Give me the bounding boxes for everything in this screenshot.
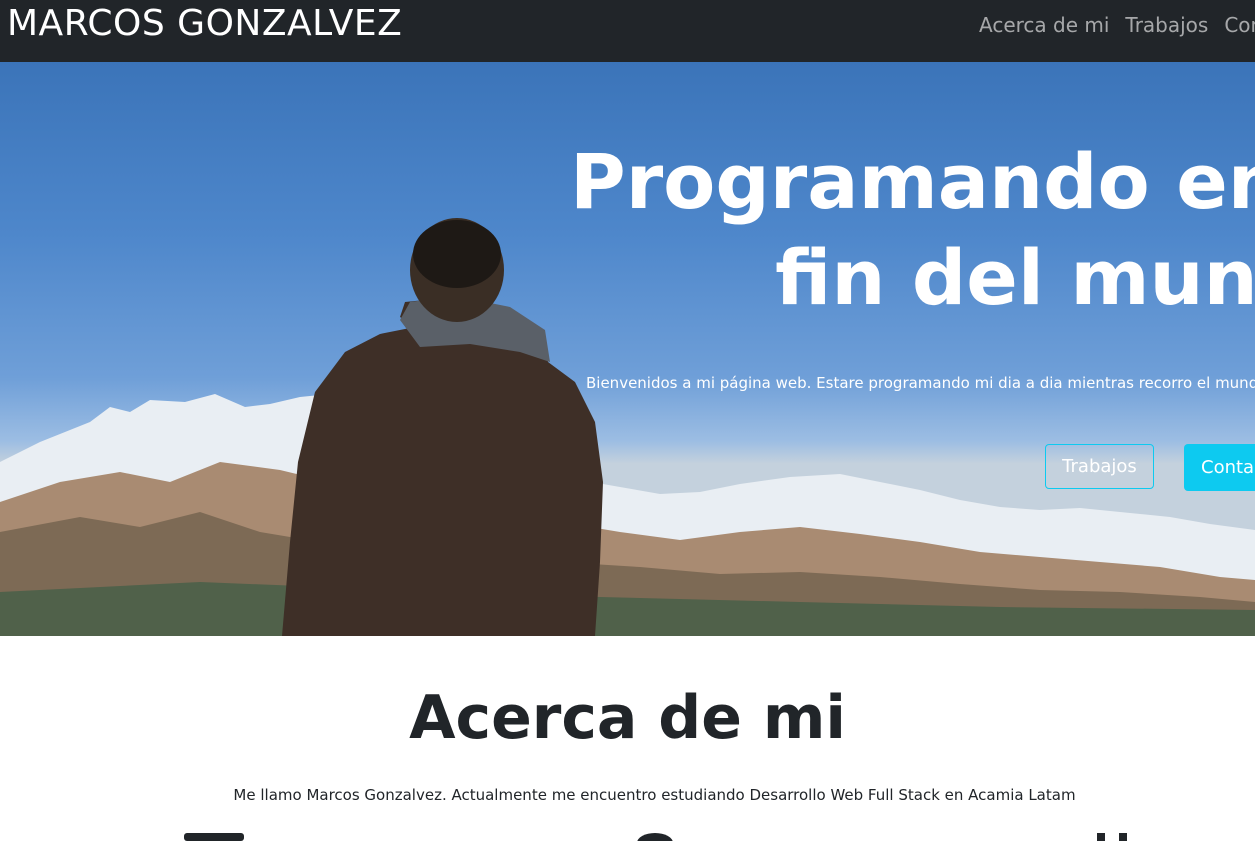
hero-title: Programando en el fin del mundo — [570, 134, 1255, 322]
contact-button[interactable]: Contacto — [1184, 444, 1255, 491]
hero-title-line2: fin del mundo — [775, 233, 1255, 322]
hero-title-line1: Programando en el — [570, 137, 1255, 226]
hero-subtitle: Bienvenidos a mi página web. Estare prog… — [586, 374, 1255, 392]
navbar: MARCOS GONZALVEZ Acerca de mi Trabajos C… — [0, 0, 1255, 62]
works-button[interactable]: Trabajos — [1045, 444, 1154, 489]
nav-link-about[interactable]: Acerca de mi — [979, 13, 1109, 37]
nav-link-works[interactable]: Trabajos — [1125, 13, 1208, 37]
about-text: Me llamo Marcos Gonzalvez. Actualmente m… — [233, 786, 1076, 804]
about-title: Acerca de mi — [409, 683, 846, 753]
nav-links: Acerca de mi Trabajos Contacto — [979, 13, 1255, 37]
skill-icon — [637, 833, 673, 841]
skill-icon — [184, 833, 244, 841]
hero-section: Programando en el fin del mundo Bienveni… — [0, 62, 1255, 636]
skill-icon — [1097, 833, 1127, 841]
brand-logo[interactable]: MARCOS GONZALVEZ — [7, 3, 402, 44]
nav-link-contact[interactable]: Contacto — [1224, 13, 1255, 37]
